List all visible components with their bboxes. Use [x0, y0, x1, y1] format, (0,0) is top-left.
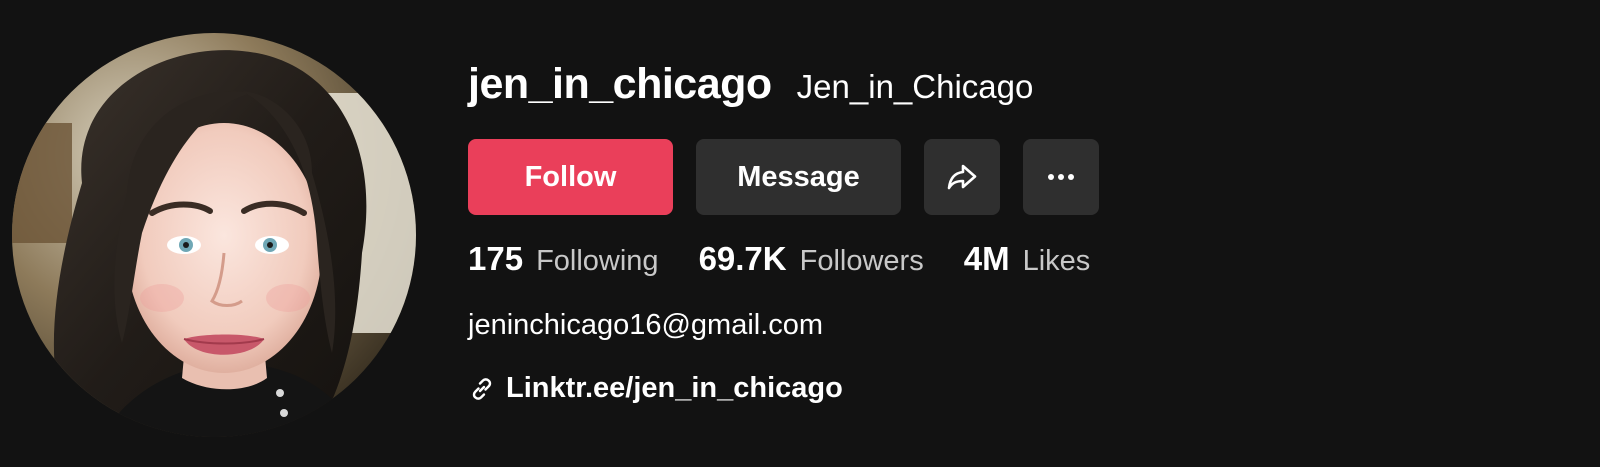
link-icon	[468, 374, 498, 404]
action-buttons: Follow Message	[468, 139, 1099, 215]
bio-link[interactable]: Linktr.ee/jen_in_chicago	[468, 372, 843, 405]
follow-button[interactable]: Follow	[468, 139, 673, 215]
profile-info: jen_in_chicago Jen_in_Chicago Follow Mes…	[468, 60, 1099, 404]
more-button[interactable]	[1023, 139, 1099, 215]
likes-label: Likes	[1022, 245, 1091, 277]
link-text[interactable]: Linktr.ee/jen_in_chicago	[506, 372, 843, 405]
name-row: jen_in_chicago Jen_in_Chicago	[468, 60, 1033, 120]
stat-following[interactable]: 175 Following	[468, 240, 659, 278]
username: jen_in_chicago	[468, 60, 772, 108]
stat-followers[interactable]: 69.7K Followers	[699, 240, 924, 278]
avatar[interactable]	[12, 33, 416, 437]
bio-email: jeninchicago16@gmail.com	[468, 309, 824, 341]
followers-label: Followers	[799, 245, 924, 277]
share-button[interactable]	[924, 139, 1000, 215]
profile-photo	[12, 33, 416, 437]
following-label: Following	[536, 245, 659, 277]
profile-stats: 175 Following 69.7K Followers 4M Likes	[468, 240, 1130, 278]
message-button[interactable]: Message	[696, 139, 901, 215]
following-count: 175	[468, 240, 524, 277]
likes-count: 4M	[963, 240, 1010, 277]
share-icon	[947, 164, 977, 190]
followers-count: 69.7K	[698, 240, 787, 277]
more-icon	[1048, 174, 1074, 180]
stat-likes: 4M Likes	[964, 240, 1091, 278]
nickname: Jen_in_Chicago	[796, 68, 1034, 105]
